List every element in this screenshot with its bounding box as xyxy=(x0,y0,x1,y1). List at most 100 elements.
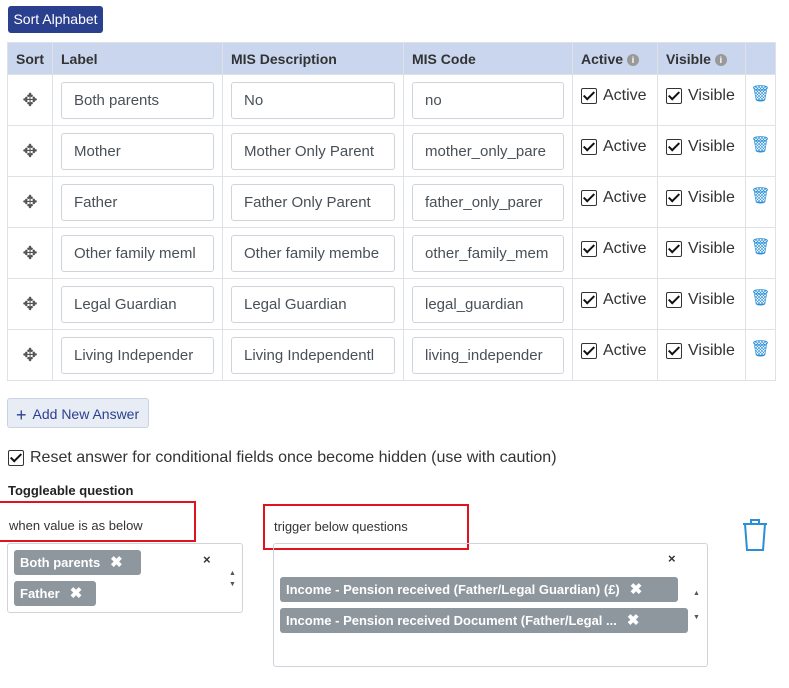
checkbox[interactable] xyxy=(666,138,682,155)
reset-answer-checkbox[interactable]: Reset answer for conditional fields once… xyxy=(8,449,557,467)
visible-checkbox[interactable]: Visible xyxy=(666,87,735,104)
delete-cell: 🗑 xyxy=(745,74,776,126)
trash-icon[interactable]: 🗑 xyxy=(750,137,770,154)
trash-icon[interactable]: 🗑 xyxy=(750,239,770,256)
checkbox[interactable] xyxy=(666,342,682,359)
visible-checkbox[interactable]: Visible xyxy=(666,138,735,155)
trash-icon[interactable]: 🗑 xyxy=(750,341,770,358)
close-icon[interactable]: ✖ xyxy=(627,612,640,629)
move-icon[interactable]: ✥ xyxy=(22,243,37,263)
active-checkbox[interactable]: Active xyxy=(581,87,647,104)
when-value-select[interactable]: Both parents ✖ Father ✖ × ▲ ▼ xyxy=(7,543,243,613)
checkbox[interactable] xyxy=(581,87,597,104)
chevron-down-icon[interactable]: ▼ xyxy=(693,612,700,623)
table-row: ✥ Legal Guardian Legal Guardian legal_gu… xyxy=(7,278,776,330)
table-row: ✥ Living Independer Living Independentl … xyxy=(7,329,776,381)
label-input[interactable]: Mother xyxy=(61,132,214,170)
move-icon[interactable]: ✥ xyxy=(22,294,37,314)
active-label: Active xyxy=(603,188,647,206)
checkbox[interactable] xyxy=(581,189,597,206)
checkbox[interactable] xyxy=(581,342,597,359)
info-icon[interactable]: i xyxy=(714,53,727,66)
active-cell: Active xyxy=(572,74,658,126)
label-input[interactable]: Living Independer xyxy=(61,336,214,374)
table-row: ✥ Both parents No no Active Visible 🗑 xyxy=(7,74,776,126)
mis-code-input[interactable]: no xyxy=(412,81,564,119)
mis-code-cell: living_independer xyxy=(403,329,573,381)
trash-icon[interactable]: 🗑 xyxy=(750,86,770,103)
sort-alphabet-button[interactable]: Sort Alphabet xyxy=(8,6,103,33)
chevron-updown-icon[interactable]: ▲ ▼ xyxy=(229,568,236,590)
visible-cell: Visible xyxy=(657,227,746,279)
mis-description-input[interactable]: Legal Guardian xyxy=(231,285,395,323)
trigger-questions-select[interactable]: Income - Pension received (Father/Legal … xyxy=(273,543,708,667)
checkbox[interactable] xyxy=(666,240,682,257)
trash-icon[interactable]: 🗑 xyxy=(750,188,770,205)
close-icon[interactable]: ✖ xyxy=(630,581,643,598)
mis-code-input[interactable]: father_only_parer xyxy=(412,183,564,221)
checkbox[interactable] xyxy=(666,87,682,104)
mis-description-cell: Mother Only Parent xyxy=(222,125,404,177)
add-new-answer-button[interactable]: + Add New Answer xyxy=(7,398,149,428)
visible-label: Visible xyxy=(688,290,735,308)
mis-description-input[interactable]: No xyxy=(231,81,395,119)
mis-code-input[interactable]: living_independer xyxy=(412,336,564,374)
mis-description-input[interactable]: Living Independentl xyxy=(231,336,395,374)
mis-description-input[interactable]: Father Only Parent xyxy=(231,183,395,221)
label-input[interactable]: Other family meml xyxy=(61,234,214,272)
active-checkbox[interactable]: Active xyxy=(581,240,647,257)
trash-icon[interactable] xyxy=(740,518,770,552)
trash-icon[interactable]: 🗑 xyxy=(750,290,770,307)
close-icon[interactable]: ✖ xyxy=(110,554,123,571)
active-checkbox[interactable]: Active xyxy=(581,189,647,206)
when-value-label: when value is as below xyxy=(0,501,196,542)
checkbox[interactable] xyxy=(581,291,597,308)
visible-label: Visible xyxy=(688,137,735,155)
label-input[interactable]: Both parents xyxy=(61,81,214,119)
checkbox[interactable] xyxy=(8,450,24,466)
visible-checkbox[interactable]: Visible xyxy=(666,189,735,206)
move-icon[interactable]: ✥ xyxy=(22,141,37,161)
label-input[interactable]: Legal Guardian xyxy=(61,285,214,323)
active-checkbox[interactable]: Active xyxy=(581,342,647,359)
mis-description-input[interactable]: Mother Only Parent xyxy=(231,132,395,170)
visible-cell: Visible xyxy=(657,278,746,330)
delete-cell: 🗑 xyxy=(745,125,776,177)
info-icon[interactable]: i xyxy=(627,53,640,66)
mis-code-input[interactable]: mother_only_pare xyxy=(412,132,564,170)
visible-checkbox[interactable]: Visible xyxy=(666,291,735,308)
toggleable-question-title: Toggleable question xyxy=(8,483,134,498)
visible-label: Visible xyxy=(688,86,735,104)
tag-label: Both parents xyxy=(20,555,101,570)
visible-label: Visible xyxy=(688,239,735,257)
move-icon[interactable]: ✥ xyxy=(22,192,37,212)
checkbox[interactable] xyxy=(666,189,682,206)
visible-checkbox[interactable]: Visible xyxy=(666,342,735,359)
checkbox[interactable] xyxy=(581,240,597,257)
active-label: Active xyxy=(603,86,647,104)
active-checkbox[interactable]: Active xyxy=(581,291,647,308)
clear-icon[interactable]: × xyxy=(203,552,211,567)
checkbox[interactable] xyxy=(666,291,682,308)
active-label: Active xyxy=(603,239,647,257)
move-icon[interactable]: ✥ xyxy=(22,90,37,110)
mis-code-input[interactable]: legal_guardian xyxy=(412,285,564,323)
visible-label: Visible xyxy=(688,341,735,359)
mis-code-cell: no xyxy=(403,74,573,126)
chevron-updown-icon[interactable]: ▲ xyxy=(693,588,700,599)
sort-cell: ✥ xyxy=(7,74,53,126)
move-icon[interactable]: ✥ xyxy=(22,345,37,365)
mis-code-input[interactable]: other_family_mem xyxy=(412,234,564,272)
clear-icon[interactable]: × xyxy=(668,551,676,566)
mis-description-input[interactable]: Other family membe xyxy=(231,234,395,272)
visible-checkbox[interactable]: Visible xyxy=(666,240,735,257)
header-active: Active i xyxy=(572,42,658,75)
active-cell: Active xyxy=(572,125,658,177)
mis-code-cell: mother_only_pare xyxy=(403,125,573,177)
header-mis-code: MIS Code xyxy=(403,42,573,75)
checkbox[interactable] xyxy=(581,138,597,155)
label-input[interactable]: Father xyxy=(61,183,214,221)
label-cell: Other family meml xyxy=(52,227,223,279)
active-checkbox[interactable]: Active xyxy=(581,138,647,155)
close-icon[interactable]: ✖ xyxy=(70,585,83,602)
